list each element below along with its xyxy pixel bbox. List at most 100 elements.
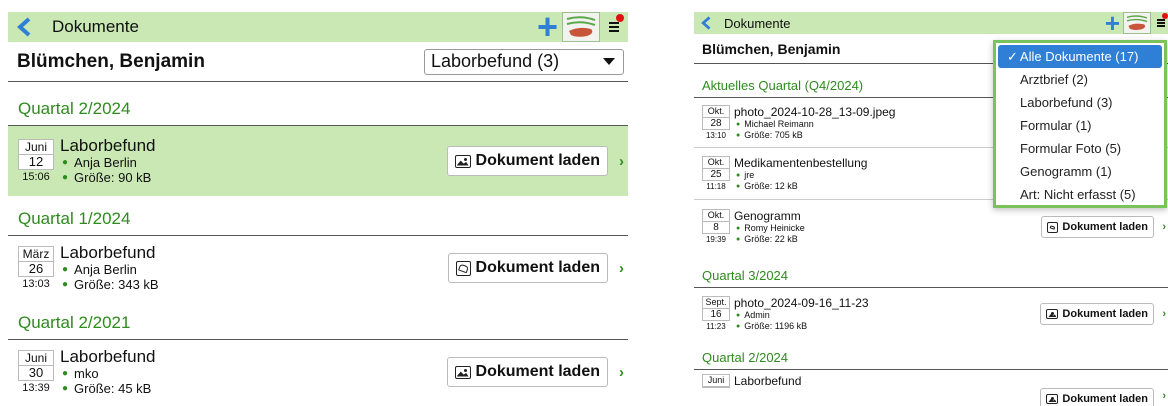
document-title: Laborbefund [60, 243, 156, 262]
load-document-button[interactable]: Dokument laden [447, 253, 608, 283]
chevron-left-icon [17, 17, 31, 37]
bullet-icon: ● [736, 120, 741, 128]
add-document-button[interactable]: + [1105, 12, 1120, 36]
quarter-heading: Quartal 2/2024 [8, 82, 628, 126]
document-author: Romy Heinicke [744, 223, 805, 233]
date-month: Juni [702, 374, 730, 386]
document-row[interactable]: Okt. 8 19:39 Genogramm ● Romy Heinicke ● G… [694, 200, 1168, 254]
date-month: Okt. [702, 104, 730, 117]
document-row[interactable]: Juni 12 15:06 Laborbefund ● Anja Berlin ●… [8, 126, 628, 196]
menu-bar [1157, 19, 1165, 21]
select-value: Laborbefund (3) [431, 51, 560, 71]
document-row[interactable]: Juni 30 13:39 Laborbefund ● mko ● Größe: 4… [8, 340, 628, 404]
date-time: 19:39 [705, 235, 727, 244]
menu-bar [1157, 25, 1165, 27]
chevron-right-icon[interactable]: › [1162, 390, 1166, 402]
image-icon [1046, 394, 1059, 404]
date-day: 30 [18, 364, 54, 381]
hand-logo-icon [1126, 15, 1148, 30]
bullet-icon: ● [736, 131, 741, 139]
document-author: Admin [744, 310, 770, 320]
header-title: Dokumente [724, 15, 791, 31]
date-badge: März 26 13:03 [18, 245, 54, 291]
chevron-right-icon[interactable]: › [619, 364, 624, 381]
pdf-icon [1047, 221, 1059, 233]
document-author: mko [74, 366, 99, 381]
dropdown-option[interactable]: ✓ Alle Dokumente (17) [998, 45, 1162, 68]
chevron-right-icon[interactable]: › [1162, 221, 1166, 233]
back-button[interactable] [12, 17, 36, 37]
quarter-heading: Quartal 2/2021 [8, 300, 628, 340]
document-title: Medikamentenbestellung [734, 155, 868, 170]
patient-row: Blümchen, Benjamin Laborbefund (3) [8, 42, 628, 82]
bullet-icon: ● [736, 171, 741, 179]
button-label: Dokument laden [1062, 221, 1148, 233]
hand-logo-icon [566, 16, 596, 37]
document-size: Größe: 1196 kB [744, 321, 808, 331]
load-document-button[interactable]: Dokument laden [1041, 216, 1154, 238]
document-info: Laborbefund ● Anja Berlin ● Größe: 343 kB [60, 243, 159, 293]
date-time: 13:10 [705, 130, 727, 140]
dropdown-option[interactable]: Genogramm (1) [996, 160, 1164, 183]
menu-button[interactable] [1154, 13, 1168, 33]
date-day: 25 [702, 167, 730, 181]
document-title: photo_2024-09-16_11-23 [734, 296, 869, 310]
document-row[interactable]: März 26 13:03 Laborbefund ● Anja Berlin ●… [8, 236, 628, 300]
dropdown-option[interactable]: Laborbefund (3) [996, 91, 1164, 114]
app-logo-icon[interactable] [1123, 12, 1151, 34]
button-label: Dokument laden [475, 152, 600, 169]
image-icon [454, 365, 471, 379]
checkmark-icon: ✓ [1007, 49, 1018, 64]
document-type-select[interactable]: Laborbefund (3) [424, 48, 624, 75]
dropdown-option[interactable]: Formular Foto (5) [996, 137, 1164, 160]
dropdown-option[interactable]: Formular (1) [996, 114, 1164, 137]
bullet-icon: ● [62, 264, 69, 275]
date-badge: Okt. 8 19:39 [702, 209, 730, 245]
pdf-icon [455, 260, 471, 276]
chevron-right-icon[interactable]: › [619, 153, 624, 170]
date-day [702, 386, 730, 388]
menu-button[interactable] [604, 14, 624, 40]
date-badge: Juni [702, 374, 730, 388]
image-icon [454, 154, 471, 168]
image-icon [1046, 309, 1059, 319]
load-document-button[interactable]: Dokument laden [446, 357, 608, 387]
load-document-button[interactable]: Dokument laden [1040, 303, 1154, 325]
back-button[interactable] [698, 16, 714, 30]
dropdown-option[interactable]: Art: Nicht erfasst (5) [996, 183, 1164, 206]
document-title: Laborbefund [60, 347, 156, 366]
date-badge: Okt. 25 11:18 [702, 155, 730, 192]
load-document-button[interactable]: Dokument laden [1040, 388, 1154, 406]
bullet-icon: ● [736, 225, 741, 232]
document-row[interactable]: Sept. 16 11:23 photo_2024-09-16_11-23 ● A… [694, 288, 1168, 340]
date-badge: Juni 12 15:06 [18, 138, 54, 184]
date-badge: Juni 30 13:39 [18, 349, 54, 395]
load-document-button[interactable]: Dokument laden [446, 146, 608, 176]
date-day: 28 [702, 116, 730, 130]
date-time: 15:06 [22, 170, 50, 183]
document-title: Laborbefund [734, 374, 802, 388]
dropdown-option[interactable]: Arztbrief (2) [996, 68, 1164, 91]
chevron-right-icon[interactable]: › [619, 260, 624, 277]
document-size: Größe: 12 kB [744, 180, 798, 191]
document-author: Anja Berlin [74, 155, 137, 170]
add-document-button[interactable]: + [537, 12, 558, 45]
document-size: Größe: 705 kB [744, 129, 803, 140]
document-info: photo_2024-10-28_13-09.jpeg ● Michael Rei… [734, 105, 895, 141]
date-time: 13:03 [22, 277, 50, 290]
date-badge: Okt. 28 13:10 [702, 104, 730, 141]
quarter-heading: Quartal 3/2024 [694, 254, 1168, 288]
document-author: jre [744, 169, 755, 180]
document-title: Genogramm [734, 209, 801, 223]
app-logo-icon[interactable] [562, 12, 600, 42]
menu-bar [1157, 22, 1165, 24]
date-month: Sept. [702, 296, 730, 308]
quarter-heading: Quartal 1/2024 [8, 196, 628, 236]
date-month: Juni [18, 349, 54, 365]
chevron-right-icon[interactable]: › [1162, 308, 1166, 320]
date-day: 26 [18, 260, 54, 277]
chevron-left-icon [701, 16, 711, 30]
bullet-icon: ● [736, 182, 741, 190]
date-day: 12 [18, 153, 54, 170]
document-row[interactable]: Juni Laborbefund Dokument laden › [694, 370, 1168, 406]
